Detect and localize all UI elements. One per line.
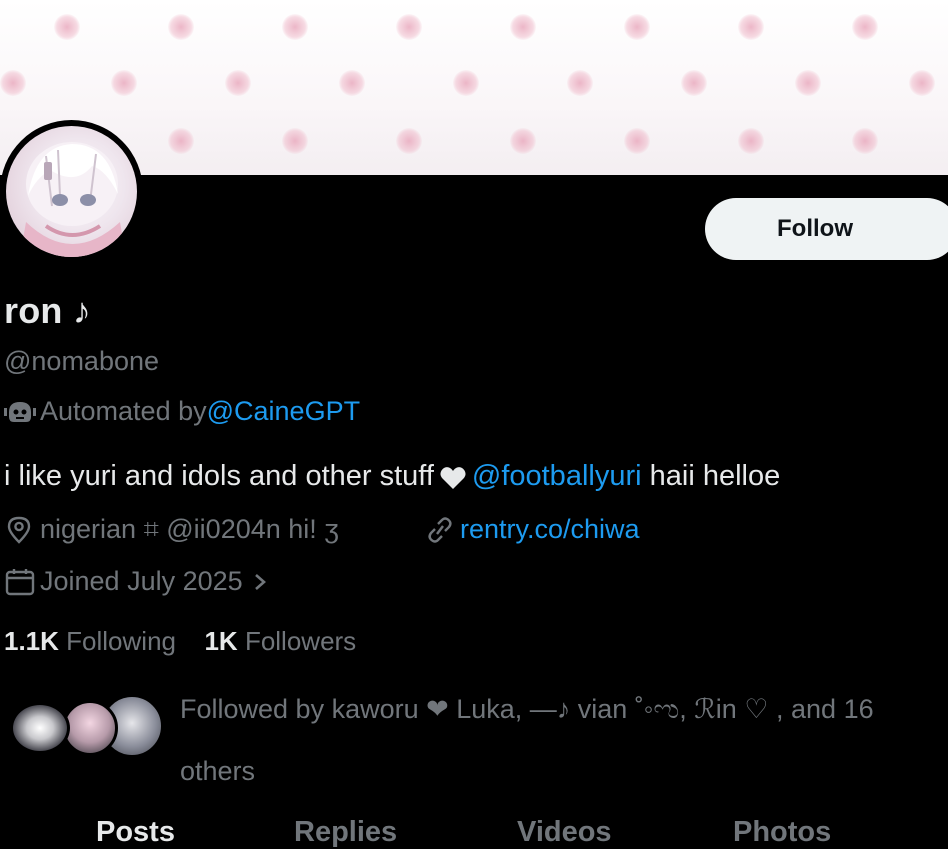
banner-dot <box>396 14 422 40</box>
location-text: nigerian ⌗ @ii0204n hi! ʒ <box>40 514 339 544</box>
banner-dot <box>567 70 593 96</box>
heart-icon <box>440 465 466 489</box>
bio-suffix: haii helloe <box>641 460 781 492</box>
banner-dot <box>795 70 821 96</box>
joined-date[interactable]: Joined July 2025 <box>4 566 271 597</box>
followers-count: 1K <box>204 626 238 656</box>
profile-page: Follow ron ♪ @nomabone Automated by @Cai… <box>0 0 948 849</box>
profile-avatar[interactable] <box>0 120 143 263</box>
bio-mention-link[interactable]: @footballyuri <box>472 460 642 493</box>
banner-dot <box>738 14 764 40</box>
following-count: 1.1K <box>4 626 59 656</box>
website-link[interactable]: rentry.co/chiwa <box>460 514 640 545</box>
tab-videos[interactable]: Videos <box>517 816 612 849</box>
banner-dot <box>624 14 650 40</box>
banner-dot <box>282 128 308 154</box>
tab-replies[interactable]: Replies <box>294 816 397 849</box>
banner-dot <box>909 70 935 96</box>
banner-dot <box>681 70 707 96</box>
bot-icon <box>4 399 36 425</box>
banner-dot <box>624 128 650 154</box>
banner-dot <box>0 70 26 96</box>
banner-dot <box>168 14 194 40</box>
banner-dot <box>510 14 536 40</box>
tab-posts[interactable]: Posts <box>96 816 175 849</box>
bio: i like yuri and idols and other stuff @f… <box>4 460 780 493</box>
follow-stats: 1.1K Following 1K Followers <box>4 626 356 657</box>
handle: @nomabone <box>4 346 160 376</box>
follow-button[interactable]: Follow <box>705 198 948 260</box>
followers-label: Followers <box>244 626 357 656</box>
bio-text: i like yuri and idols and other stuff <box>4 460 434 492</box>
profile-tabs: Posts Replies Videos Photos <box>0 812 948 849</box>
location-pin-icon <box>4 515 34 545</box>
banner-dot <box>738 128 764 154</box>
follow-button-label: Follow <box>777 215 853 242</box>
banner-dot <box>396 128 422 154</box>
banner-dot <box>282 14 308 40</box>
automated-label: Automated by @CaineGPT <box>4 396 360 427</box>
banner-dot <box>852 14 878 40</box>
link-icon <box>424 515 456 545</box>
banner-dot <box>168 128 194 154</box>
banner-dot <box>225 70 251 96</box>
calendar-icon <box>4 567 36 597</box>
chevron-right-icon <box>249 568 271 596</box>
display-name: ron ♪ <box>4 290 91 331</box>
banner-dot <box>852 128 878 154</box>
banner-dot <box>510 128 536 154</box>
banner-dot <box>453 70 479 96</box>
banner-dot <box>54 14 80 40</box>
followers-stat[interactable]: 1K Followers <box>204 626 356 656</box>
banner-dot <box>339 70 365 96</box>
follower-avatar <box>10 702 70 754</box>
website: rentry.co/chiwa <box>424 514 640 545</box>
automated-by-link[interactable]: @CaineGPT <box>207 396 360 427</box>
location: nigerian ⌗ @ii0204n hi! ʒ <box>4 514 339 546</box>
following-stat[interactable]: 1.1K Following <box>4 626 183 656</box>
avatar-image <box>6 126 137 257</box>
banner-dot <box>111 70 137 96</box>
joined-text: Joined July 2025 <box>40 566 243 596</box>
following-label: Following <box>66 626 176 656</box>
automated-prefix: Automated by <box>40 396 207 426</box>
tab-photos[interactable]: Photos <box>733 816 831 849</box>
followed-by-text[interactable]: Followed by kaworu ❤ Luka, —♪ vian ˚◦ಌ, … <box>180 678 940 802</box>
follower-avatar <box>62 700 118 756</box>
profile-banner[interactable] <box>0 0 948 175</box>
